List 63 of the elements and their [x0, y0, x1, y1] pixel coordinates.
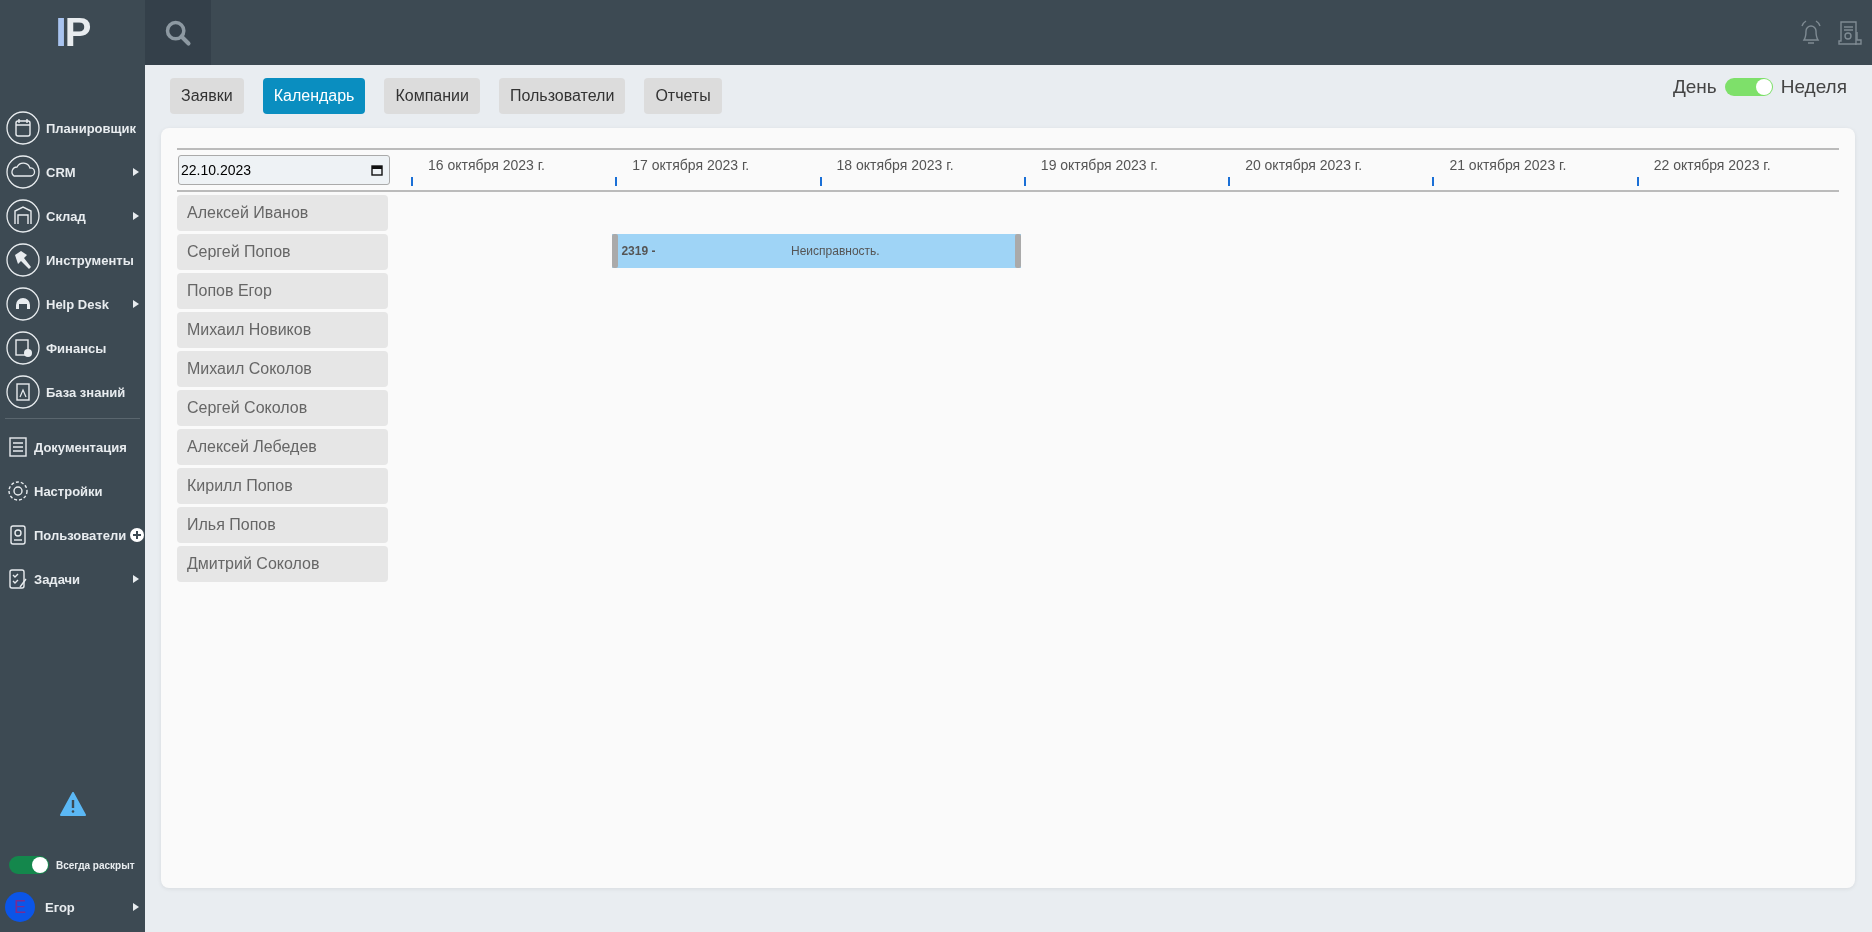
cloud-icon	[6, 155, 40, 189]
avatar: Е	[5, 892, 35, 922]
user-menu[interactable]: Е Егор	[0, 892, 145, 922]
caret-icon	[133, 575, 139, 583]
event-number: 2319 -	[620, 244, 656, 258]
employee-name[interactable]: Сергей Соколов	[177, 390, 388, 426]
book-icon	[6, 375, 40, 409]
view-toggle[interactable]	[1724, 78, 1773, 96]
hammer-icon	[6, 243, 40, 277]
warehouse-icon	[6, 199, 40, 233]
plus-icon[interactable]	[130, 528, 145, 542]
date-field[interactable]: 22.10.2023	[178, 155, 390, 185]
toggle-switch[interactable]	[9, 856, 49, 874]
sidebar-item[interactable]: Настройки	[0, 469, 145, 513]
tab[interactable]: Компании	[384, 78, 480, 114]
tab[interactable]: Заявки	[170, 78, 244, 114]
document-icon	[6, 435, 30, 459]
tab[interactable]: Пользователи	[498, 78, 626, 114]
sidebar-item[interactable]: Документация	[0, 425, 145, 469]
employee-name[interactable]: Попов Егор	[177, 273, 388, 309]
tab[interactable]: Отчеты	[644, 78, 722, 114]
sidebar-item[interactable]: Финансы	[0, 326, 145, 370]
caret-icon	[133, 212, 139, 220]
event-title: Неисправность.	[790, 244, 881, 258]
employee-name[interactable]: Алексей Иванов	[177, 195, 388, 231]
sidebar-item[interactable]: База знаний	[0, 370, 145, 414]
sidebar-item[interactable]: CRM	[0, 150, 145, 194]
employee-name[interactable]: Михаил Новиков	[177, 312, 388, 348]
employee-name[interactable]: Алексей Лебедев	[177, 429, 388, 465]
gear-icon	[6, 479, 30, 503]
day-header: 19 октября 2023 г.	[1039, 157, 1158, 175]
tab[interactable]: Календарь	[262, 78, 366, 114]
search-icon	[164, 18, 192, 47]
toggle-label: Всегда раскрыт	[56, 859, 135, 871]
sidebar-item[interactable]: Планировщик	[0, 106, 145, 150]
caret-icon	[133, 300, 139, 308]
sidebar-item[interactable]: Help Desk	[0, 282, 145, 326]
day-header: 21 октября 2023 г.	[1448, 157, 1567, 175]
employee-name[interactable]: Михаил Соколов	[177, 351, 388, 387]
warning-icon[interactable]	[59, 792, 86, 816]
day-header: 20 октября 2023 г.	[1244, 157, 1363, 175]
employee-name[interactable]: Сергей Попов	[177, 234, 388, 270]
logo[interactable]: IP	[0, 0, 145, 65]
employee-name[interactable]: Илья Попов	[177, 507, 388, 543]
sidebar-item[interactable]: Инструменты	[0, 238, 145, 282]
view-option[interactable]: Неделя	[1780, 76, 1847, 98]
employee-name[interactable]: Кирилл Попов	[177, 468, 388, 504]
resize-handle[interactable]	[1015, 234, 1022, 268]
caret-icon	[133, 903, 139, 911]
resize-handle[interactable]	[612, 234, 619, 268]
caret-icon	[133, 168, 139, 176]
calendar-icon[interactable]	[371, 164, 383, 176]
sidebar-item[interactable]: Пользователи	[0, 513, 145, 557]
calendar-icon	[6, 111, 40, 145]
employee-name[interactable]: Дмитрий Соколов	[177, 546, 388, 582]
day-header: 22 октября 2023 г.	[1652, 157, 1771, 175]
day-header: 18 октября 2023 г.	[835, 157, 954, 175]
sidebar-item[interactable]: Задачи	[0, 557, 145, 601]
sidebar-item[interactable]: Склад	[0, 194, 145, 238]
day-header: 16 октября 2023 г.	[427, 157, 545, 175]
search-button[interactable]	[145, 0, 211, 65]
view-option[interactable]: День	[1672, 76, 1717, 98]
day-header: 17 октября 2023 г.	[631, 157, 750, 175]
